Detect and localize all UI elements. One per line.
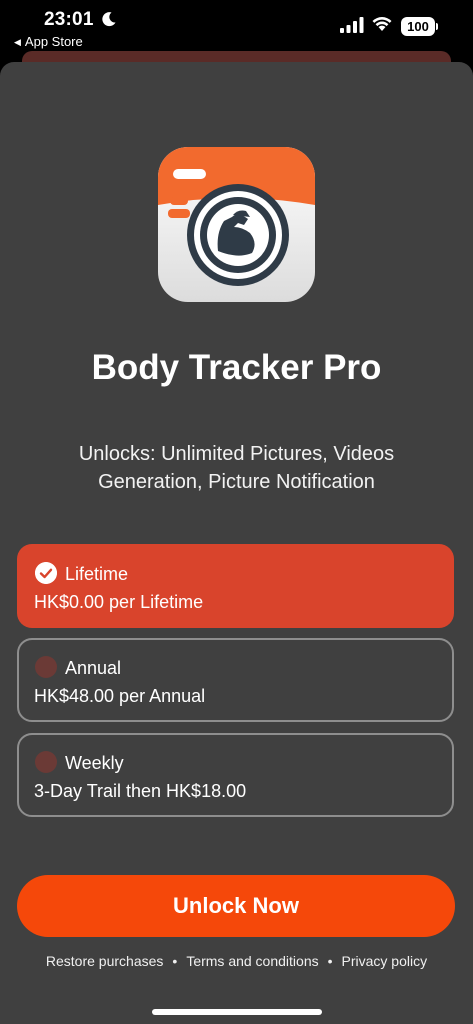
back-to-app-store-link[interactable]: ◀ App Store bbox=[14, 34, 83, 49]
plan-name: Annual bbox=[65, 658, 122, 678]
restore-purchases-link[interactable]: Restore purchases bbox=[46, 953, 164, 969]
footer-links: Restore purchases • Terms and conditions • P… bbox=[0, 953, 473, 969]
home-indicator[interactable] bbox=[152, 1009, 322, 1015]
plan-price: HK$48.00 per Annual bbox=[34, 686, 206, 706]
unlock-description: Unlocks: Unlimited Pictures, Videos Gene… bbox=[78, 443, 395, 493]
unlock-now-button[interactable]: Unlock Now bbox=[17, 875, 455, 937]
app-title: Body Tracker Pro bbox=[91, 348, 382, 387]
plan-option-lifetime[interactable]: Lifetime HK$0.00 per Lifetime bbox=[17, 544, 454, 628]
app-icon bbox=[158, 147, 315, 302]
camera-flexed-arm-icon bbox=[158, 147, 315, 286]
plan-name: Weekly bbox=[65, 753, 124, 773]
terms-link[interactable]: Terms and conditions bbox=[186, 953, 318, 969]
back-app-label: App Store bbox=[24, 34, 83, 49]
plan-price: 3-Day Trail then HK$18.00 bbox=[34, 781, 247, 801]
battery-cap bbox=[436, 23, 438, 30]
separator: • bbox=[327, 953, 333, 969]
separator: • bbox=[172, 953, 178, 969]
radio-unselected-icon bbox=[35, 751, 57, 773]
checkmark-circle-icon bbox=[35, 562, 57, 584]
moon-icon bbox=[102, 12, 116, 27]
plan-name: Lifetime bbox=[65, 564, 129, 584]
battery-indicator: 100 bbox=[401, 17, 435, 36]
back-arrow-icon: ◀ bbox=[14, 37, 21, 47]
status-time: 23:01 bbox=[44, 9, 94, 30]
privacy-policy-link[interactable]: Privacy policy bbox=[342, 953, 428, 969]
radio-unselected-icon bbox=[35, 656, 57, 678]
status-bar: 23:01 ◀ App Store 100 bbox=[0, 0, 473, 52]
cellular-signal-icon bbox=[340, 17, 364, 33]
plan-option-annual[interactable]: Annual HK$48.00 per Annual bbox=[17, 638, 454, 722]
plan-price: HK$0.00 per Lifetime bbox=[34, 592, 204, 612]
plan-option-weekly[interactable]: Weekly 3-Day Trail then HK$18.00 bbox=[17, 733, 454, 817]
wifi-icon bbox=[372, 17, 392, 31]
